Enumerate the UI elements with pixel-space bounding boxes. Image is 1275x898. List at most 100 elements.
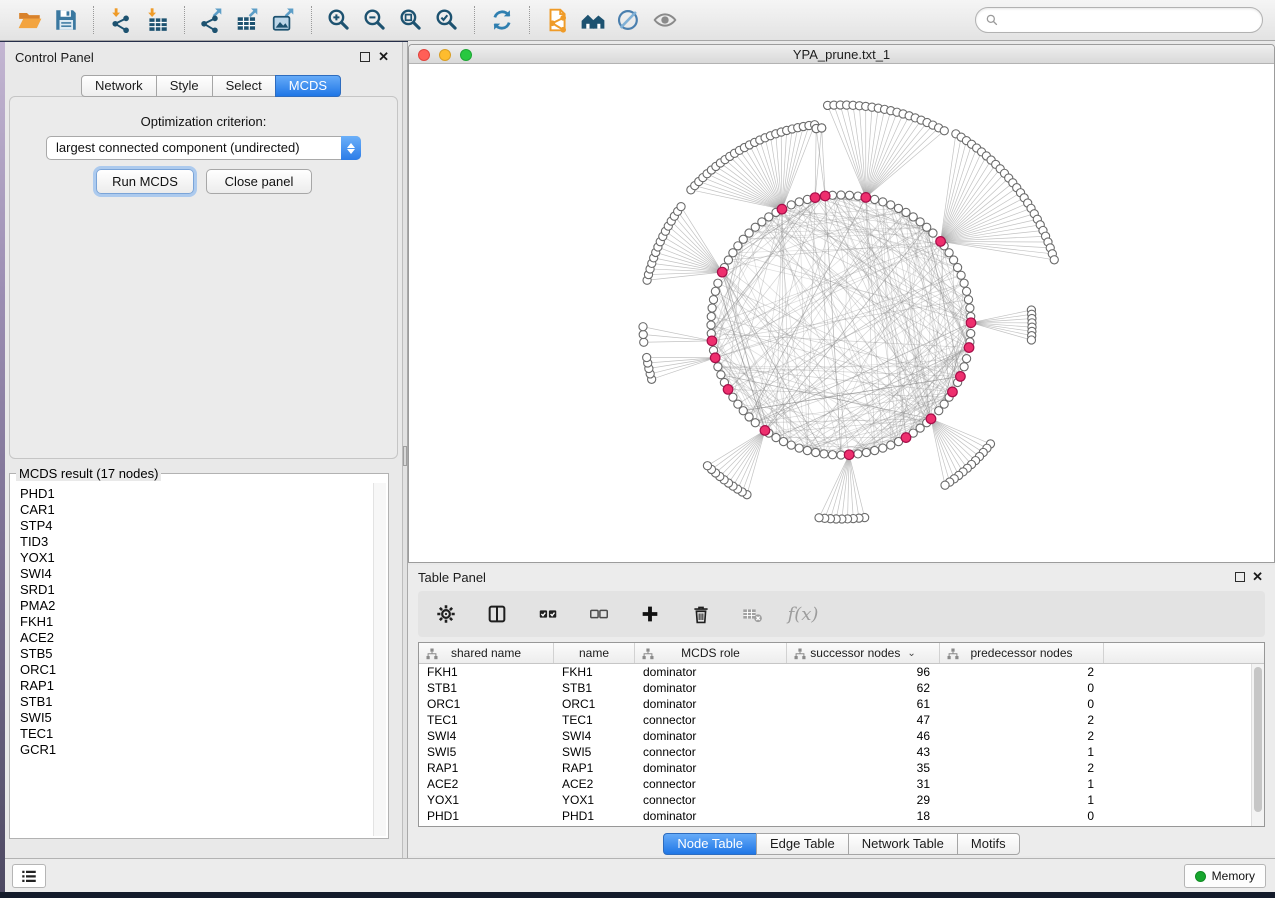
- satellite-node[interactable]: [1027, 336, 1035, 344]
- zoom-in-button[interactable]: [321, 3, 357, 37]
- mcds-hub-node[interactable]: [844, 450, 854, 460]
- mcds-list-scrollbar[interactable]: [373, 483, 386, 836]
- save-session-button[interactable]: [48, 3, 84, 37]
- splitter-grip[interactable]: [403, 446, 407, 466]
- deselect-all-columns-button[interactable]: [587, 602, 611, 626]
- show-hidden-button[interactable]: [647, 3, 683, 37]
- ring-node[interactable]: [714, 279, 722, 287]
- import-network-from-file-button[interactable]: [103, 3, 139, 37]
- satellite-node[interactable]: [815, 514, 823, 522]
- satellite-node[interactable]: [639, 330, 647, 338]
- zoom-out-button[interactable]: [357, 3, 393, 37]
- ring-node[interactable]: [828, 451, 836, 459]
- satellite-node[interactable]: [941, 481, 949, 489]
- ring-node[interactable]: [845, 191, 853, 199]
- mcds-hub-node[interactable]: [717, 267, 727, 277]
- ring-node[interactable]: [707, 312, 715, 320]
- mcds-node-item[interactable]: STB5: [20, 646, 372, 662]
- ring-node[interactable]: [894, 204, 902, 212]
- close-table-panel-icon[interactable]: ✕: [1252, 569, 1263, 585]
- ring-node[interactable]: [862, 448, 870, 456]
- mcds-node-item[interactable]: GCR1: [20, 742, 372, 758]
- column-header-successor-nodes[interactable]: successor nodes⌄: [787, 643, 940, 663]
- mcds-hub-node[interactable]: [966, 318, 976, 328]
- mcds-node-item[interactable]: PHD1: [20, 486, 372, 502]
- ring-node[interactable]: [962, 287, 970, 295]
- mcds-hub-node[interactable]: [820, 191, 830, 201]
- ring-node[interactable]: [966, 304, 974, 312]
- mcds-node-item[interactable]: SWI4: [20, 566, 372, 582]
- first-neighbors-button[interactable]: [575, 3, 611, 37]
- ring-node[interactable]: [714, 363, 722, 371]
- mcds-node-item[interactable]: STB1: [20, 694, 372, 710]
- ring-node[interactable]: [879, 198, 887, 206]
- mcds-node-item[interactable]: STP4: [20, 518, 372, 534]
- tab-node-table[interactable]: Node Table: [663, 833, 757, 855]
- mcds-node-item[interactable]: TID3: [20, 534, 372, 550]
- column-header-shared-name[interactable]: shared name: [419, 643, 554, 663]
- mcds-node-item[interactable]: SRD1: [20, 582, 372, 598]
- satellite-node[interactable]: [940, 127, 948, 135]
- table-row[interactable]: TEC1TEC1connector472: [419, 712, 1264, 728]
- ring-node[interactable]: [779, 437, 787, 445]
- satellite-node[interactable]: [643, 353, 651, 361]
- satellite-node[interactable]: [703, 462, 711, 470]
- mcds-hub-node[interactable]: [861, 193, 871, 203]
- tab-edge-table[interactable]: Edge Table: [756, 833, 849, 855]
- network-canvas[interactable]: [409, 64, 1274, 562]
- mcds-hub-node[interactable]: [707, 336, 717, 346]
- ring-node[interactable]: [708, 304, 716, 312]
- ring-node[interactable]: [787, 441, 795, 449]
- import-table-from-file-button[interactable]: [139, 3, 175, 37]
- table-row[interactable]: SWI4SWI4dominator462: [419, 728, 1264, 744]
- ring-node[interactable]: [707, 321, 715, 329]
- table-row[interactable]: RAP1RAP1dominator352: [419, 760, 1264, 776]
- mcds-node-item[interactable]: RAP1: [20, 678, 372, 694]
- ring-node[interactable]: [871, 446, 879, 454]
- ring-node[interactable]: [967, 329, 975, 337]
- mcds-node-item[interactable]: ACE2: [20, 630, 372, 646]
- column-header-MCDS-role[interactable]: MCDS role: [635, 643, 787, 663]
- mcds-hub-node[interactable]: [723, 385, 733, 395]
- satellite-node[interactable]: [640, 338, 648, 346]
- ring-node[interactable]: [953, 263, 961, 271]
- export-table-button[interactable]: [230, 3, 266, 37]
- ring-node[interactable]: [887, 441, 895, 449]
- ring-node[interactable]: [871, 195, 879, 203]
- mcds-node-item[interactable]: PMA2: [20, 598, 372, 614]
- tab-mcds[interactable]: MCDS: [275, 75, 341, 97]
- ring-node[interactable]: [935, 407, 943, 415]
- tab-network-table[interactable]: Network Table: [848, 833, 958, 855]
- memory-button[interactable]: Memory: [1184, 864, 1266, 888]
- network-window-titlebar[interactable]: YPA_prune.txt_1: [409, 45, 1274, 64]
- table-row[interactable]: PHD1PHD1dominator180: [419, 808, 1264, 824]
- mcds-hub-node[interactable]: [710, 353, 720, 363]
- mcds-hub-node[interactable]: [901, 433, 911, 443]
- mcds-result-list[interactable]: PHD1CAR1STP4TID3YOX1SWI4SRD1PMA2FKH1ACE2…: [10, 483, 372, 836]
- mcds-node-item[interactable]: ORC1: [20, 662, 372, 678]
- run-mcds-button[interactable]: Run MCDS: [96, 169, 194, 194]
- export-network-button[interactable]: [194, 3, 230, 37]
- satellite-node[interactable]: [677, 203, 685, 211]
- satellite-node[interactable]: [1050, 256, 1058, 264]
- hide-selected-button[interactable]: [611, 3, 647, 37]
- ring-node[interactable]: [787, 201, 795, 209]
- zoom-fit-button[interactable]: [393, 3, 429, 37]
- ring-node[interactable]: [964, 296, 972, 304]
- ring-node[interactable]: [803, 446, 811, 454]
- satellite-node[interactable]: [818, 124, 826, 132]
- tab-motifs[interactable]: Motifs: [957, 833, 1020, 855]
- mcds-node-item[interactable]: SWI5: [20, 710, 372, 726]
- task-history-button[interactable]: [12, 864, 46, 888]
- table-row[interactable]: ACE2ACE2connector311: [419, 776, 1264, 792]
- mcds-hub-node[interactable]: [926, 414, 936, 424]
- close-panel-icon[interactable]: ✕: [378, 49, 389, 65]
- apply-layout-refresh-button[interactable]: [484, 3, 520, 37]
- table-row[interactable]: YOX1YOX1connector291: [419, 792, 1264, 808]
- ring-node[interactable]: [879, 444, 887, 452]
- table-row[interactable]: ORC1ORC1dominator610: [419, 696, 1264, 712]
- column-header-predecessor-nodes[interactable]: predecessor nodes: [940, 643, 1104, 663]
- search-box[interactable]: [975, 7, 1263, 33]
- mcds-hub-node[interactable]: [810, 193, 820, 203]
- mcds-hub-node[interactable]: [956, 372, 966, 382]
